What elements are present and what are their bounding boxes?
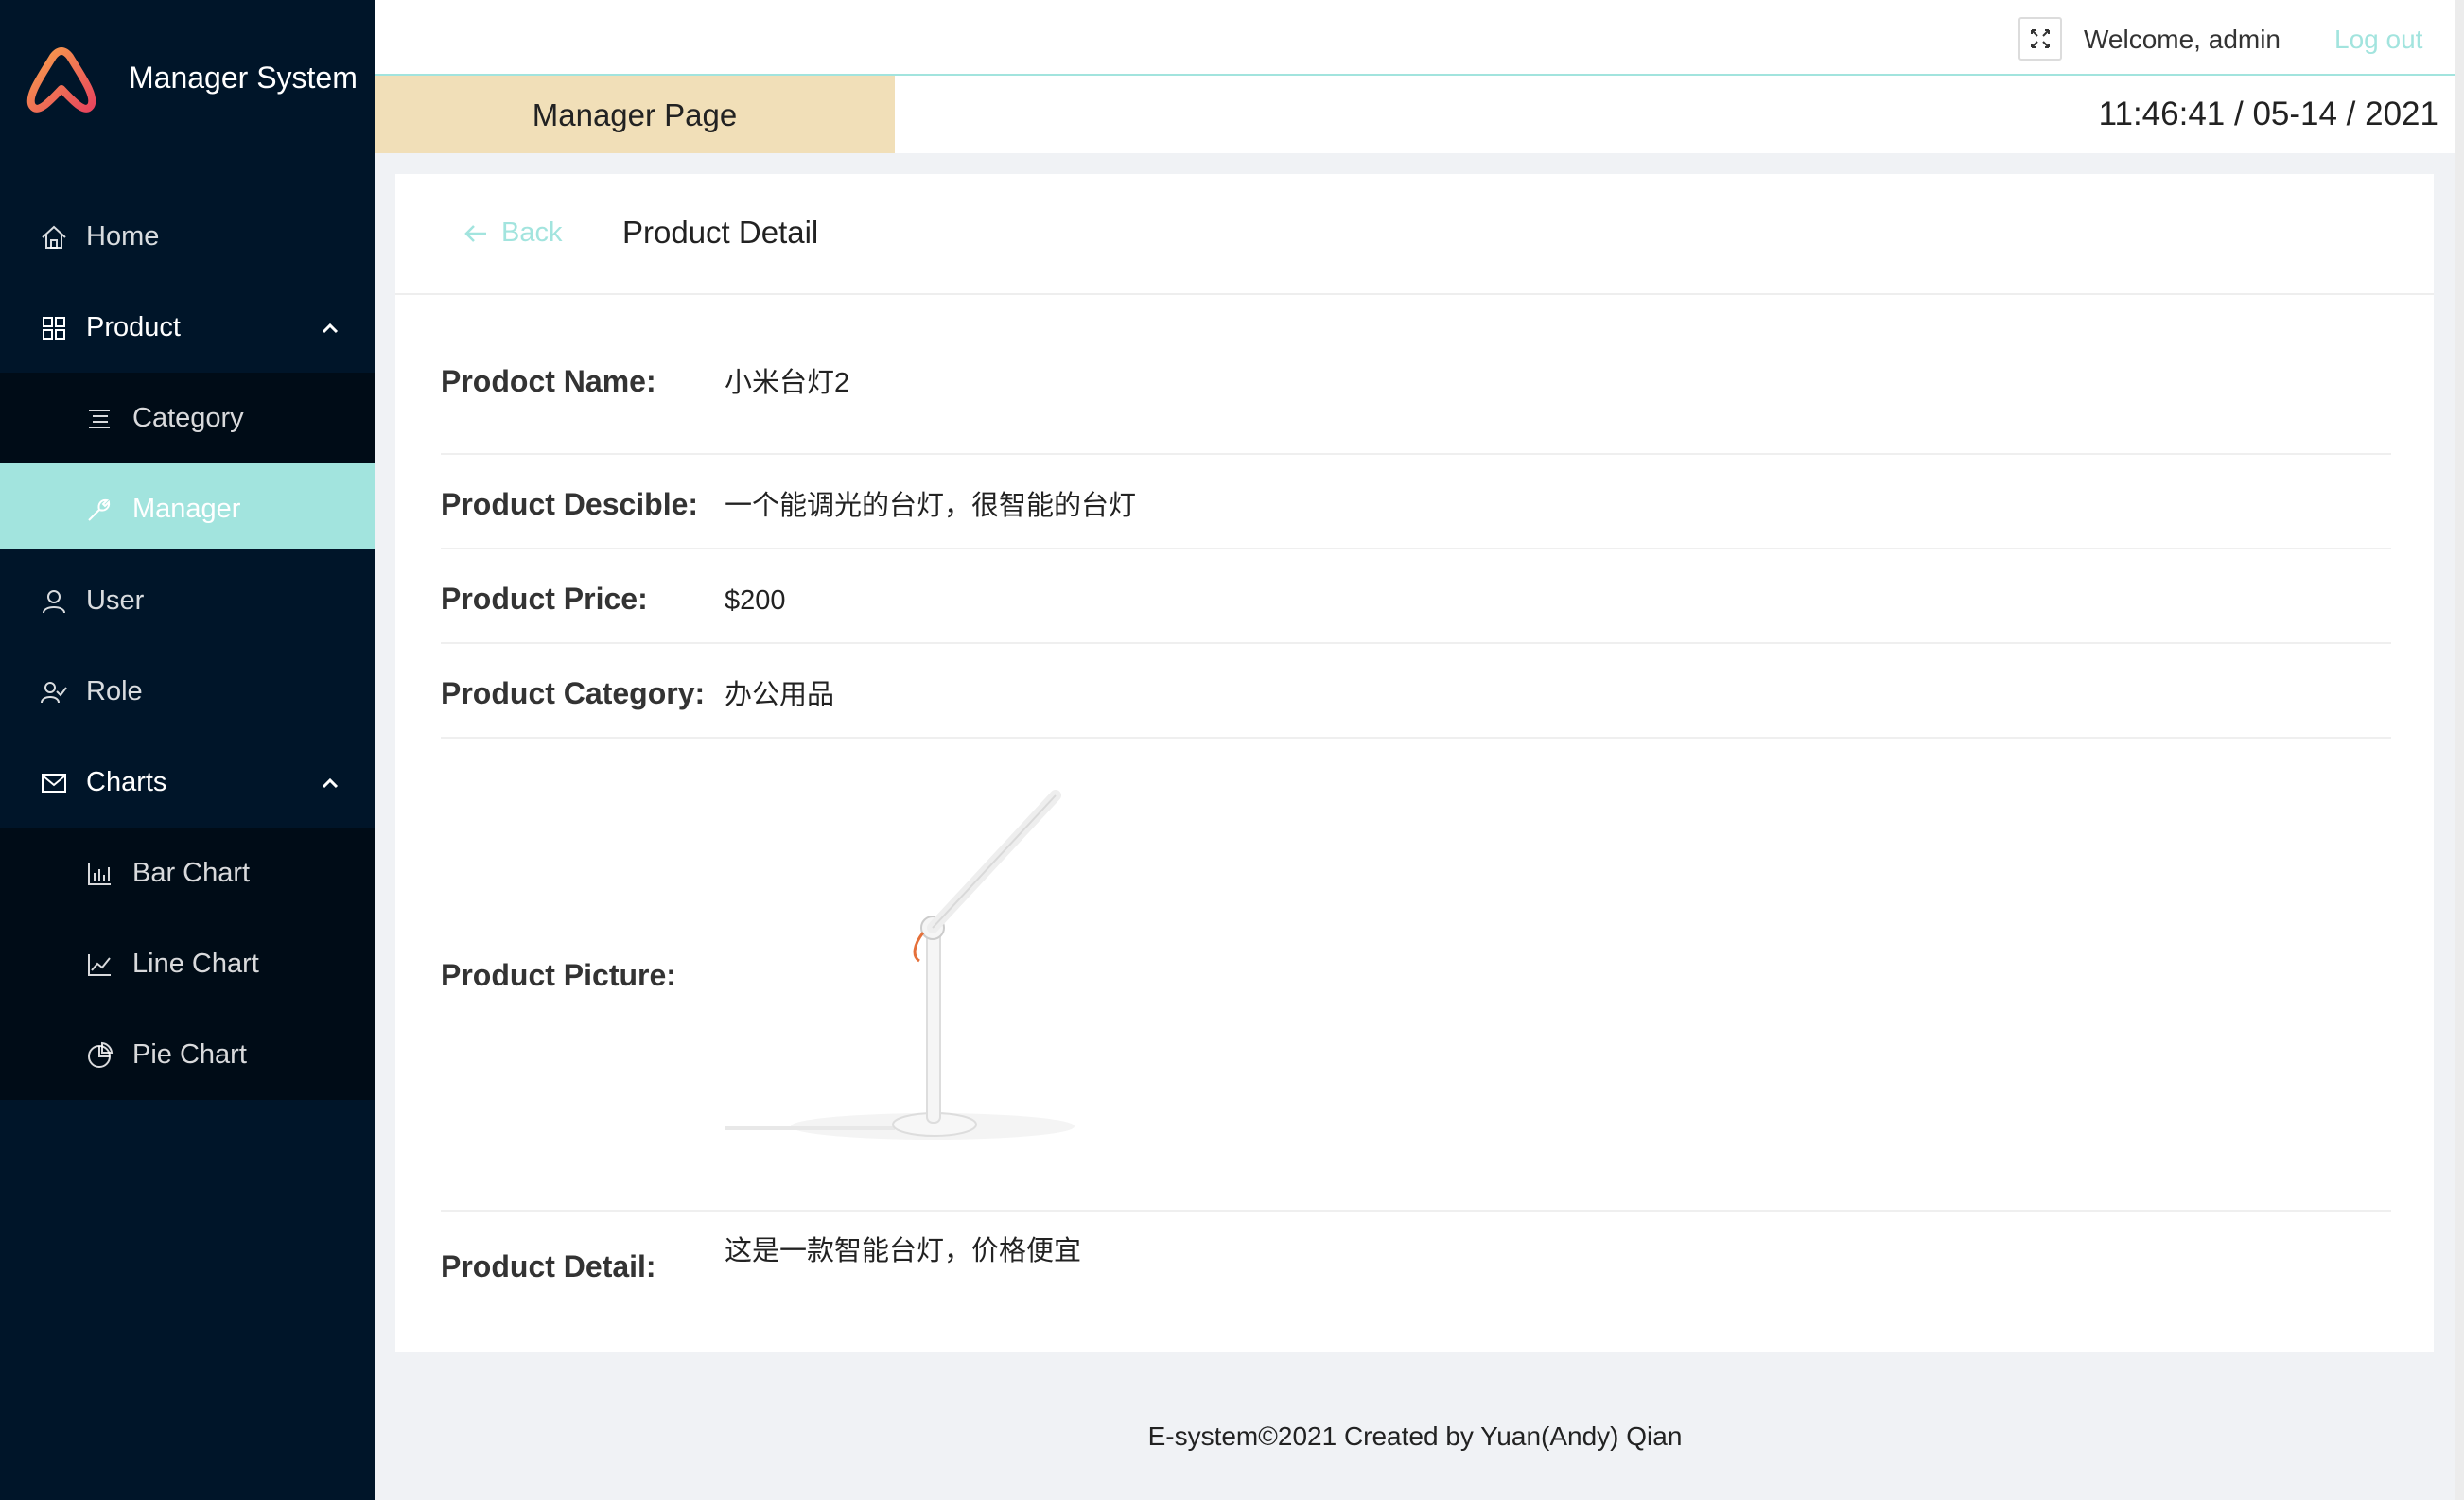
footer-text: E-system©2021 Created by Yuan(Andy) Qian xyxy=(1147,1422,1683,1451)
welcome-text: Welcome, admin xyxy=(2084,25,2281,54)
sidebar-item-label: Category xyxy=(132,403,244,433)
card-title: Product Detail xyxy=(622,215,819,250)
page-title: Manager Page xyxy=(532,97,738,132)
datetime-display: 11:46:41 / 05-14 / 2021 xyxy=(2098,96,2438,132)
sidebar-item-role[interactable]: Role xyxy=(0,646,375,737)
fullscreen-button[interactable] xyxy=(2018,17,2062,61)
sidebar-item-line-chart[interactable]: Line Chart xyxy=(0,918,375,1009)
sidebar-item-home[interactable]: Home xyxy=(0,191,375,282)
field-row-description: Product Descible: 一个能调光的台灯，很智能的台灯 xyxy=(441,455,2391,549)
chevron-up-icon xyxy=(322,777,339,789)
chevron-up-icon xyxy=(322,323,339,334)
sidebar-item-charts[interactable]: Charts xyxy=(0,737,375,828)
home-icon xyxy=(42,225,66,249)
sidebar-item-label: Role xyxy=(86,676,143,706)
sidebar: Manager System Home Product Category Man… xyxy=(0,0,375,1500)
sidebar-item-label: Manager xyxy=(132,494,241,524)
team-icon xyxy=(41,682,67,704)
sidebar-item-label: Charts xyxy=(86,767,167,797)
arrow-left-icon xyxy=(464,225,486,243)
field-label: Product Price: xyxy=(441,582,648,616)
sidebar-item-user[interactable]: User xyxy=(0,555,375,646)
content-area: Back Product Detail Prodoct Name: 小米台灯2 … xyxy=(375,153,2455,1500)
user-icon xyxy=(43,590,65,614)
product-detail-card: Back Product Detail Prodoct Name: 小米台灯2 … xyxy=(395,174,2434,1352)
pie-chart-icon xyxy=(88,1041,114,1068)
page-title-tab: Manager Page xyxy=(375,76,895,168)
sidebar-item-manager[interactable]: Manager xyxy=(0,463,375,549)
app-name: Manager System xyxy=(129,61,358,95)
sidebar-item-label: Line Chart xyxy=(132,949,259,979)
window-edge xyxy=(2455,0,2464,1500)
sidebar-item-label: Home xyxy=(86,221,160,252)
field-value: $200 xyxy=(725,585,786,616)
appstore-icon xyxy=(43,317,65,340)
tool-icon xyxy=(88,498,111,521)
field-label: Product Picture: xyxy=(441,958,676,992)
sidebar-item-label: Bar Chart xyxy=(132,858,251,888)
sidebar-item-label: User xyxy=(86,585,145,616)
field-row-name: Prodoct Name: 小米台灯2 xyxy=(441,360,2391,455)
back-button[interactable]: Back xyxy=(463,214,562,252)
sidebar-item-label: Pie Chart xyxy=(132,1039,247,1070)
sub-header: Manager Page 11:46:41 / 05-14 / 2021 xyxy=(375,76,2455,168)
bar-chart-icon xyxy=(88,863,111,885)
mail-icon xyxy=(42,774,66,793)
sidebar-item-bar-chart[interactable]: Bar Chart xyxy=(0,828,375,918)
field-label: Product Descible: xyxy=(441,487,699,521)
field-label: Prodoct Name: xyxy=(441,364,656,398)
brand[interactable]: Manager System xyxy=(0,0,375,157)
field-row-price: Product Price: $200 xyxy=(441,549,2391,644)
field-value: 这是一款智能台灯，价格便宜 xyxy=(725,1236,1082,1266)
bars-icon xyxy=(89,410,110,428)
field-value: 一个能调光的台灯，很智能的台灯 xyxy=(725,491,1137,521)
field-label: Product Category: xyxy=(441,676,706,710)
field-row-detail: Product Detail: 这是一款智能台灯，价格便宜 xyxy=(441,1212,2391,1306)
logout-link[interactable]: Log out xyxy=(2334,19,2422,61)
field-label: Product Detail: xyxy=(441,1249,656,1283)
back-label: Back xyxy=(501,218,563,248)
sidebar-item-label: Product xyxy=(86,312,181,342)
field-row-picture: Product Picture: xyxy=(441,739,2391,1212)
top-header: Welcome, admin Log out xyxy=(375,0,2455,76)
sidebar-item-pie-chart[interactable]: Pie Chart xyxy=(0,1009,375,1100)
sidebar-item-category[interactable]: Category xyxy=(0,373,375,463)
field-value: 小米台灯2 xyxy=(725,368,850,398)
brand-logo-icon xyxy=(26,47,96,113)
card-header: Back Product Detail xyxy=(395,174,2434,295)
sidebar-item-product[interactable]: Product xyxy=(0,282,375,373)
line-chart-icon xyxy=(88,954,111,976)
fullscreen-icon xyxy=(2031,29,2050,48)
product-image-lamp xyxy=(725,790,1075,1140)
field-row-category: Product Category: 办公用品 xyxy=(441,644,2391,739)
field-value: 办公用品 xyxy=(725,680,835,710)
